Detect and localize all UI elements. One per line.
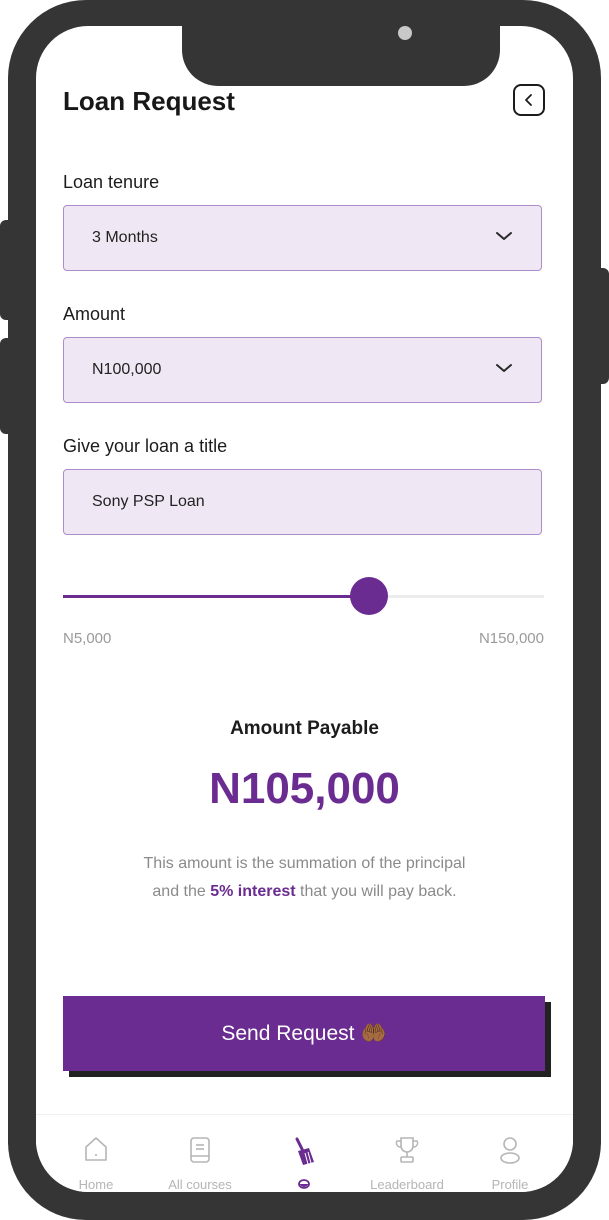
tab-home-label: Home [78,1177,114,1192]
amount-payable-value: N105,000 [209,764,400,813]
back-button[interactable] [513,84,545,116]
chevron-down-icon [496,232,512,240]
payable-note: This amount is the summation of the prin… [36,850,573,906]
tab-profile-label: Profile [491,1177,529,1192]
hands-emoji: 🤲🏾 [360,1021,387,1045]
home-icon [85,1137,107,1161]
slider-min-label: N5,000 [63,630,112,647]
amount-payable-label: Amount Payable [230,718,379,739]
camera [398,26,412,40]
amount-value: N100,000 [92,361,162,378]
amount-label: Amount [63,304,126,324]
page-title: Loan Request [63,86,235,116]
tenure-value: 3 Months [92,229,158,246]
loan-title-input[interactable]: Sony PSP Loan [63,469,542,535]
amount-slider[interactable] [63,577,544,615]
broom-icon [295,1137,314,1165]
note-post: that you will pay back. [295,883,457,900]
tenure-select[interactable]: 3 Months [63,205,542,271]
notch [182,26,500,86]
volume-down-button [0,338,14,434]
power-button [595,268,609,384]
screen: Loan Request Loan tenure 3 Months Amount… [36,26,573,1192]
note-pre: and the [152,883,211,900]
slider-fill [63,595,370,598]
book-icon [190,1137,210,1163]
loan-title-label: Give your loan a title [63,436,228,456]
tab-all-courses-label: All courses [168,1177,232,1192]
volume-up-button [0,220,14,320]
loan-title-value: Sony PSP Loan [92,493,205,510]
interest-highlight: 5% interest [210,883,296,900]
user-icon [500,1137,520,1164]
tenure-label: Loan tenure [63,172,160,192]
amount-select[interactable]: N100,000 [63,337,542,403]
send-request-label: Send Request [221,1021,355,1045]
chevron-down-icon [496,364,512,372]
note-line1: This amount is the summation of the prin… [143,855,466,872]
tab-leaderboard-label: Leaderboard [370,1177,444,1192]
slider-max-label: N150,000 [478,630,544,647]
trophy-icon [395,1137,419,1163]
send-request-button[interactable]: Send Request 🤲🏾 [63,996,545,1071]
chevron-left-icon [525,94,532,106]
slider-thumb[interactable] [350,577,389,615]
bottom-tab-bar: Home All courses Leaderboard Profile [36,1114,573,1192]
active-indicator-icon [298,1179,310,1189]
